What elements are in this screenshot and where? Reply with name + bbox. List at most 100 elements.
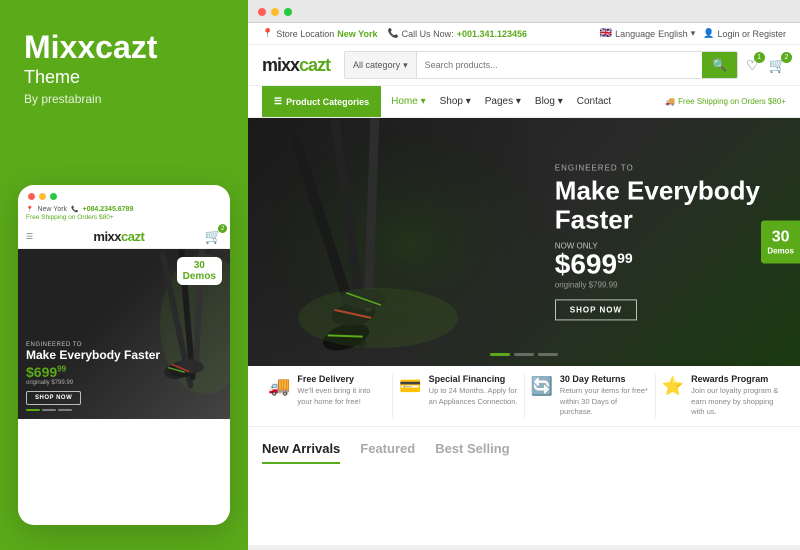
- mobile-cart-icon: 🛒 2: [205, 228, 222, 245]
- language-chevron: ▾: [691, 28, 696, 39]
- tab-best-selling[interactable]: Best Selling: [435, 441, 509, 464]
- hero-engineered: ENGINEERED TO: [555, 163, 760, 172]
- mobile-hero-price: $69999: [26, 364, 222, 380]
- login-label: Login or Register: [717, 29, 786, 39]
- hero-headline: Make Everybody Faster: [555, 176, 760, 233]
- topbar-call: 📞 Call Us Now: +001.341.123456: [387, 28, 527, 39]
- mobile-phone: +084.2345.6789: [83, 206, 134, 213]
- mobile-shop-btn[interactable]: SHOP NOW: [26, 391, 81, 405]
- rewards-icon: ⭐: [662, 376, 684, 397]
- topbar-language: 🇬🇧 Language English ▾: [600, 28, 696, 39]
- mobile-prog-dot-3: [58, 409, 72, 411]
- hero-price: $69999: [555, 251, 760, 279]
- hamburger-icon: ☰: [274, 96, 282, 107]
- slider-dot-2[interactable]: [514, 353, 534, 356]
- mobile-dot-green: [50, 193, 57, 200]
- mobile-hero-badge: 30 Demos: [177, 257, 222, 285]
- search-wrapper: All category ▾ 🔍: [344, 51, 738, 79]
- mobile-location: New York: [37, 206, 67, 213]
- feature-special-financing: 💳 Special Financing Up to 24 Months. App…: [393, 374, 524, 418]
- left-panel: Mixxcazt Theme By prestabrain 📍 New York…: [0, 0, 248, 550]
- search-category-chevron: ▾: [403, 60, 408, 71]
- search-button[interactable]: 🔍: [702, 52, 737, 78]
- slider-dot-1[interactable]: [490, 353, 510, 356]
- call-label: Call Us Now:: [402, 29, 454, 39]
- nav-link-contact[interactable]: Contact: [577, 96, 611, 107]
- shipping-note: Free Shipping on Orders $80+: [678, 97, 786, 106]
- search-input[interactable]: [417, 52, 702, 78]
- cart-badge: 2: [781, 52, 792, 63]
- feature-delivery-title: Free Delivery: [297, 374, 386, 384]
- hero-text-area: ENGINEERED TO Make Everybody Faster NOW …: [555, 163, 760, 320]
- brand-by: By prestabrain: [24, 92, 224, 106]
- mobile-dot-red: [28, 193, 35, 200]
- features-bar: 🚚 Free Delivery We'll even bring it into…: [248, 366, 800, 427]
- nav-link-blog[interactable]: Blog ▾: [535, 96, 563, 107]
- mobile-badge-number: 30: [183, 260, 216, 271]
- store-value: New York: [337, 29, 377, 39]
- call-value: +001.341.123456: [457, 29, 527, 39]
- feature-financing-text: Special Financing Up to 24 Months. Apply…: [429, 374, 518, 407]
- tab-new-arrivals[interactable]: New Arrivals: [262, 441, 340, 464]
- user-icon: 👤: [703, 28, 714, 39]
- nav-link-home[interactable]: Home ▾: [391, 96, 425, 107]
- demos-label: Demos: [767, 247, 794, 256]
- nav-link-shop[interactable]: Shop ▾: [440, 96, 471, 107]
- search-category[interactable]: All category ▾: [345, 52, 417, 78]
- mobile-shipping: Free Shipping on Orders $80+: [26, 214, 222, 221]
- tabs-section: New Arrivals Featured Best Selling: [248, 427, 800, 472]
- mobile-topbar: 📍 New York 📞 +084.2345.6789 Free Shippin…: [18, 204, 230, 225]
- feature-returns: 🔄 30 Day Returns Return your items for f…: [525, 374, 656, 418]
- nav-link-pages[interactable]: Pages ▾: [485, 96, 521, 107]
- feature-rewards-text: Rewards Program Join our loyalty program…: [691, 374, 780, 418]
- topbar-store: 📍 Store Location New York: [262, 28, 377, 39]
- mobile-prog-dot-2: [42, 409, 56, 411]
- browser-dot-yellow: [271, 8, 279, 16]
- hero-demos-badge: 30 Demos: [761, 221, 800, 264]
- hero-slider-dots: [490, 353, 558, 356]
- mobile-hero: 30 Demos ENGINEERED TO Make Everybody Fa…: [18, 249, 230, 419]
- mobile-progress: [26, 409, 222, 411]
- location-icon: 📍: [262, 28, 273, 39]
- browser-content: 📍 Store Location New York 📞 Call Us Now:…: [248, 23, 800, 545]
- feature-returns-title: 30 Day Returns: [560, 374, 649, 384]
- mobile-cart-badge: 2: [218, 224, 227, 233]
- right-panel: 📍 Store Location New York 📞 Call Us Now:…: [248, 0, 800, 550]
- feature-rewards-title: Rewards Program: [691, 374, 780, 384]
- mobile-hero-originally: originally $799.99: [26, 380, 222, 386]
- hero-shop-button[interactable]: SHOP NOW: [555, 300, 637, 321]
- cart-icon-wrap[interactable]: 🛒 2: [769, 57, 786, 74]
- demos-number: 30: [767, 229, 794, 247]
- site-header: mixxcazt All category ▾ 🔍 ♡ 1 🛒 2: [248, 45, 800, 86]
- mobile-mockup: 📍 New York 📞 +084.2345.6789 Free Shippin…: [18, 185, 230, 525]
- nav-links: Home ▾ Shop ▾ Pages ▾ Blog ▾ Contact: [391, 96, 611, 107]
- mobile-hero-text: ENGINEERED TO Make Everybody Faster $699…: [26, 342, 222, 405]
- store-label: Store Location: [276, 29, 334, 39]
- delivery-icon: 🚚: [268, 376, 290, 397]
- mobile-badge-label: Demos: [183, 271, 216, 282]
- returns-icon: 🔄: [531, 376, 553, 397]
- wishlist-icon-wrap[interactable]: ♡ 1: [746, 57, 759, 74]
- tab-featured[interactable]: Featured: [360, 441, 415, 464]
- slider-dot-3[interactable]: [538, 353, 558, 356]
- feature-financing-desc: Up to 24 Months. Apply for an Appliances…: [429, 386, 518, 407]
- product-categories-button[interactable]: ☰ Product Categories: [262, 86, 381, 117]
- feature-rewards-desc: Join our loyalty program & earn money by…: [691, 386, 780, 418]
- language-label: Language: [615, 29, 655, 39]
- topbar-login[interactable]: 👤 Login or Register: [703, 28, 786, 39]
- feature-free-delivery: 🚚 Free Delivery We'll even bring it into…: [262, 374, 393, 418]
- feature-financing-title: Special Financing: [429, 374, 518, 384]
- mobile-dot-yellow: [39, 193, 46, 200]
- browser-dot-red: [258, 8, 266, 16]
- browser-dot-green: [284, 8, 292, 16]
- mobile-prog-dot-1: [26, 409, 40, 411]
- shipping-icon: 🚚: [665, 97, 675, 106]
- wishlist-badge: 1: [754, 52, 765, 63]
- nav-shipping: 🚚 Free Shipping on Orders $80+: [665, 97, 786, 106]
- feature-delivery-text: Free Delivery We'll even bring it into y…: [297, 374, 386, 407]
- site-logo: mixxcazt: [262, 55, 330, 76]
- nav-left: ☰ Product Categories Home ▾ Shop ▾ Pages…: [262, 86, 611, 117]
- browser-chrome: [248, 0, 800, 23]
- feature-returns-desc: Return your items for free* within 30 Da…: [560, 386, 649, 418]
- search-category-label: All category: [353, 60, 400, 70]
